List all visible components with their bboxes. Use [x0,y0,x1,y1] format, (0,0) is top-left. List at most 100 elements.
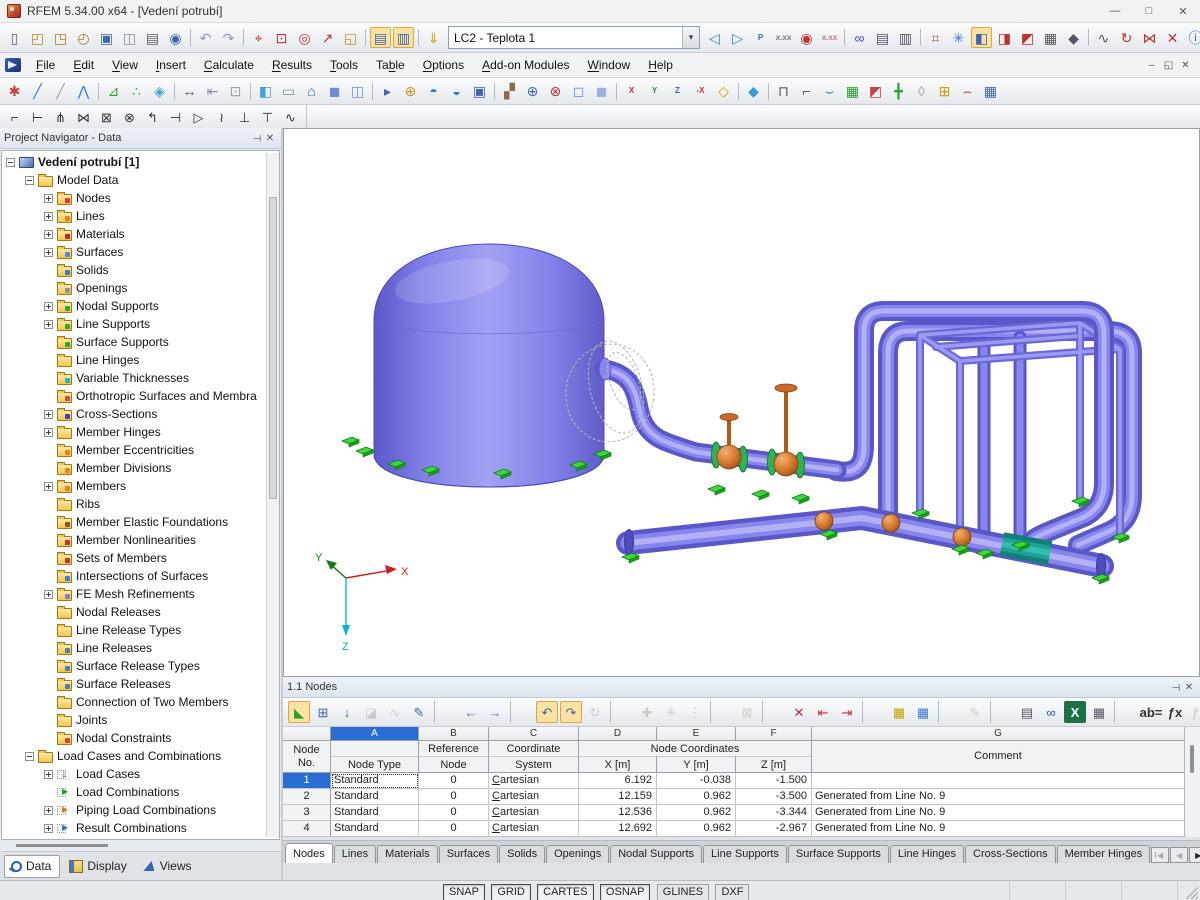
z-coordinate-cell[interactable]: -3.500 [736,789,812,805]
panel-1-button[interactable]: ▤ [872,27,893,48]
print-button[interactable]: ▤ [142,27,163,48]
tab-data[interactable]: Data [4,855,60,878]
tree-item[interactable]: Load Combinations [2,783,279,801]
document-icon[interactable] [5,58,21,72]
y-coordinate-cell[interactable]: -0.038 [657,773,736,789]
z-coordinate-cell[interactable]: -3.344 [736,805,812,821]
abbreviations-button[interactable]: ab= [1140,701,1162,723]
close-icon[interactable]: ✕ [1182,682,1196,693]
new-model-button[interactable]: ▯ [4,27,25,48]
work-plane-grid-button[interactable]: ⌗ [925,27,946,48]
view-z-button[interactable]: Z [667,81,688,102]
result-arrows-button[interactable]: ╋ [888,81,909,102]
select-special-button[interactable]: ↗ [317,27,338,48]
tree-expander-icon[interactable] [44,212,53,221]
formula-clear-button[interactable]: ƒx [1188,701,1200,723]
pipe-bend-button[interactable]: ⌐ [4,107,25,128]
table-refresh-button[interactable]: ↻ [584,701,606,723]
open-project-button[interactable]: ◳ [50,27,71,48]
table-filter-button[interactable]: ◣ [288,701,310,723]
display-properties-button[interactable]: ◆ [1063,27,1084,48]
tree-item[interactable]: Orthotropic Surfaces and Membra [2,387,279,405]
info-button[interactable]: ⓘ [1185,27,1200,48]
tree-item[interactable]: Solids [2,261,279,279]
tree-item[interactable]: Variable Thicknesses [2,369,279,387]
panel-2-button[interactable]: ▥ [895,27,916,48]
tree-expander-icon[interactable] [44,428,53,437]
x-coordinate-cell[interactable]: 12.536 [579,805,657,821]
zoom-window-button[interactable]: ⊕ [522,81,543,102]
copy-solid-button[interactable]: ◫ [347,81,368,102]
node-type-cell[interactable]: Standard [331,789,419,805]
tree-item[interactable]: Surfaces [2,243,279,261]
tree-item[interactable]: Surface Supports [2,333,279,351]
table-blue-button[interactable]: ▦ [912,701,934,723]
maximize-button[interactable]: □ [1132,0,1166,22]
notes-button[interactable]: ✎ [964,701,986,723]
menu-calculate[interactable]: Calculate [195,55,263,75]
delete-row-button[interactable]: ✕ [788,701,810,723]
y-coordinate-cell[interactable]: 0.962 [657,789,736,805]
tree-expander-icon[interactable] [25,176,34,185]
table-redo-button[interactable]: ↷ [560,701,582,723]
rendering-button[interactable]: ∞ [849,27,870,48]
resize-grip[interactable] [1184,885,1198,899]
result-plane-button[interactable]: ◊ [911,81,932,102]
hscrollbar-thumb[interactable] [16,844,108,847]
tree-item[interactable]: Cross-Sections [2,405,279,423]
menu-insert[interactable]: Insert [147,55,195,75]
pipe-branch-button[interactable]: ⋔ [50,107,71,128]
row-number-cell[interactable]: 1 [283,773,331,789]
minimize-button[interactable]: — [1098,0,1132,22]
insert-polyline-button[interactable]: ⋀ [73,81,94,102]
dxf-toggle[interactable]: DXF [715,884,749,900]
new-surface-button[interactable]: ◧ [255,81,276,102]
print-preview-button[interactable]: ◉ [165,27,186,48]
work-plane-xz-button[interactable]: ◩ [1017,27,1038,48]
row-number-cell[interactable]: 3 [283,805,331,821]
tree-item[interactable]: Piping Load Combinations [2,801,279,819]
coordinate-system-cell[interactable]: Cartesian [489,789,579,805]
column-header-f[interactable]: F [736,727,812,741]
row-number-cell[interactable]: 4 [283,821,331,837]
set-loadcase-button[interactable]: ⇓ [423,27,444,48]
table-tab-nodes[interactable]: Nodes [285,843,333,863]
pipe-valve-closed-button[interactable]: ⊠ [96,107,117,128]
tree-item[interactable]: Vedení potrubí [1] [2,153,279,171]
coordinate-system-cell[interactable]: Cartesian [489,773,579,789]
node-type-cell[interactable]: Standard [331,773,419,789]
tree-item[interactable]: Line Hinges [2,351,279,369]
select-window-button[interactable]: ⊡ [271,27,292,48]
tree-expander-icon[interactable] [44,770,53,779]
selection-box-button[interactable]: ⊡ [225,81,246,102]
result-values-2-button[interactable]: x.xx [819,27,840,48]
tree-expander-icon[interactable] [44,824,53,833]
table-tab-nodal-supports[interactable]: Nodal Supports [610,845,702,863]
rendering-mode-button[interactable]: ◆ [743,81,764,102]
table-tab-surface-supports[interactable]: Surface Supports [788,845,889,863]
tree-item[interactable]: Member Divisions [2,459,279,477]
valve-handwheel[interactable] [775,384,797,392]
table-jump-button[interactable]: ↓ [336,701,358,723]
snap-toggle[interactable]: SNAP [443,884,485,900]
pipe-expansion-button[interactable]: ≀ [211,107,232,128]
tree-expander-icon[interactable] [44,320,53,329]
view-y-button[interactable]: Y [644,81,665,102]
tree-item[interactable]: Ribs [2,495,279,513]
z-coordinate-cell[interactable]: -2.967 [736,821,812,837]
column-header-g[interactable]: G [812,727,1185,741]
tree-expander-icon[interactable] [6,158,15,167]
y-coordinate-cell[interactable]: 0.962 [657,821,736,837]
reference-node-cell[interactable]: 0 [419,789,489,805]
column-header-c[interactable]: C [489,727,579,741]
3d-viewport[interactable]: X Y Z [283,128,1200,677]
table-clear-button[interactable]: ⊠ [736,701,758,723]
insert-surface-button[interactable]: ◈ [149,81,170,102]
results-members-button[interactable]: ⊓ [773,81,794,102]
glines-toggle[interactable]: GLINES [657,884,709,900]
insert-node-button[interactable]: ✱ [4,81,25,102]
project-manager-button[interactable]: ◴ [73,27,94,48]
tree-item[interactable]: Line Release Types [2,621,279,639]
table-view-2-button[interactable]: ▥ [393,27,414,48]
tree-item[interactable]: Lines [2,207,279,225]
